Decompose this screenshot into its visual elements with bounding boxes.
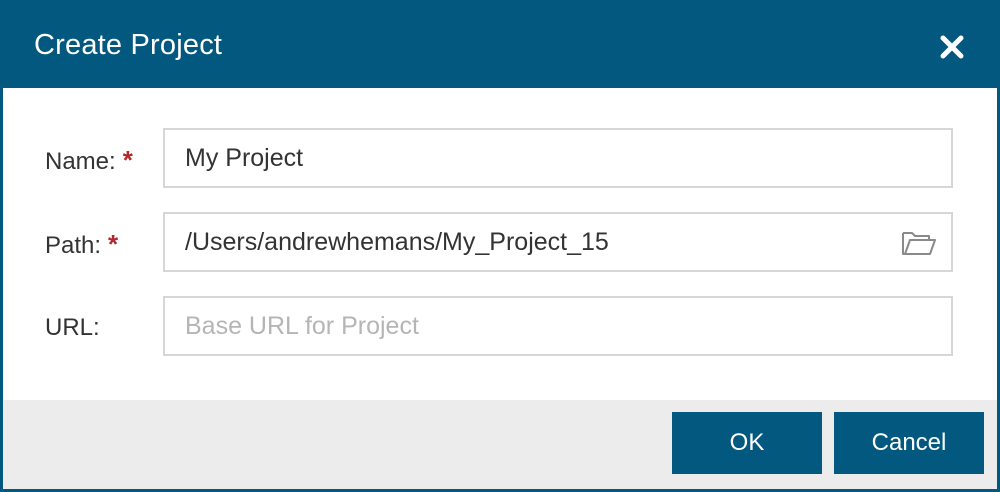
ok-button[interactable]: OK bbox=[672, 412, 822, 474]
url-field-box bbox=[163, 296, 953, 356]
name-label-text: Name: bbox=[45, 148, 116, 175]
name-required-star: * bbox=[122, 145, 133, 175]
dialog-footer: OK Cancel bbox=[3, 400, 997, 489]
path-required-star: * bbox=[108, 229, 119, 259]
path-input[interactable] bbox=[185, 214, 885, 270]
name-row: Name: * bbox=[3, 128, 997, 192]
dialog-titlebar: Create Project bbox=[3, 3, 997, 88]
path-label-text: Path: bbox=[45, 232, 102, 259]
url-row: URL: bbox=[3, 296, 997, 360]
name-field-box bbox=[163, 128, 953, 188]
name-input[interactable] bbox=[185, 130, 885, 186]
cancel-button[interactable]: Cancel bbox=[834, 412, 984, 474]
url-label: URL: bbox=[45, 314, 100, 341]
path-row: Path: * bbox=[3, 212, 997, 276]
dialog-title: Create Project bbox=[34, 29, 223, 61]
name-label: Name: * bbox=[45, 145, 133, 177]
close-icon[interactable] bbox=[937, 32, 967, 62]
url-input[interactable] bbox=[185, 298, 885, 354]
path-field-box bbox=[163, 212, 953, 272]
create-project-dialog: Create Project Name:* Path:* URL: bbox=[0, 0, 1000, 492]
folder-open-icon[interactable] bbox=[901, 229, 937, 257]
path-label: Path: * bbox=[45, 229, 118, 261]
